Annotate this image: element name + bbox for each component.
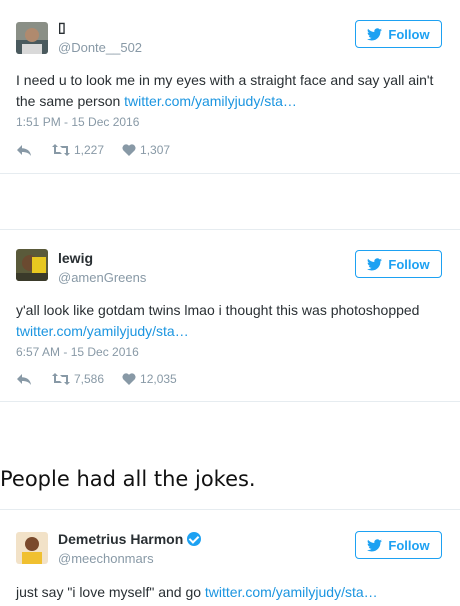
- follow-label: Follow: [388, 537, 430, 553]
- display-name-text: Demetrius Harmon: [58, 531, 184, 547]
- username-handle[interactable]: @Donte__502: [58, 40, 142, 55]
- retweet-button[interactable]: 7,586: [52, 372, 104, 386]
- follow-button[interactable]: Follow: [355, 20, 442, 48]
- follow-button[interactable]: Follow: [355, 250, 442, 278]
- verified-badge-icon: [187, 532, 202, 546]
- tweet-link[interactable]: twitter.com/yamilyjudy/sta…: [16, 323, 189, 339]
- avatar[interactable]: [16, 532, 48, 564]
- tweet-body: y'all look like gotdam twins lmao i thou…: [16, 302, 420, 318]
- twitter-bird-icon: [367, 27, 383, 40]
- twitter-bird-icon: [367, 257, 383, 270]
- tweet-timestamp[interactable]: 1:51 PM - 15 Dec 2016: [16, 115, 139, 129]
- tweet-card: Demetrius Harmon @meechonmars Follow jus…: [0, 509, 460, 606]
- retweet-icon: [52, 144, 70, 156]
- retweet-count: 7,586: [74, 372, 105, 386]
- avatar[interactable]: [16, 249, 48, 281]
- twitter-bird-icon: [367, 538, 383, 551]
- reply-button[interactable]: [16, 144, 32, 156]
- avatar[interactable]: [16, 22, 48, 54]
- retweet-icon: [52, 373, 70, 385]
- username-handle[interactable]: @amenGreens: [58, 270, 146, 285]
- username-handle[interactable]: @meechonmars: [58, 551, 154, 566]
- like-count: 1,307: [140, 143, 171, 157]
- tweet-text: just say "i love myself" and go twitter.…: [16, 582, 441, 603]
- display-name[interactable]: lewig: [58, 250, 93, 266]
- like-count: 12,035: [140, 372, 177, 386]
- like-button[interactable]: 1,307: [122, 143, 170, 157]
- follow-label: Follow: [388, 256, 430, 272]
- reply-icon: [17, 145, 31, 156]
- display-name[interactable]: ▯: [58, 19, 66, 36]
- retweet-button[interactable]: 1,227: [52, 143, 104, 157]
- heart-icon: [122, 144, 136, 156]
- tweet-card: ▯ @Donte__502 Follow I need u to look me…: [0, 0, 460, 174]
- article-heading: People had all the jokes.: [0, 467, 256, 491]
- tweet-link[interactable]: twitter.com/yamilyjudy/sta…: [205, 584, 378, 600]
- tweet-timestamp[interactable]: 6:57 AM - 15 Dec 2016: [16, 345, 139, 359]
- tweet-text: y'all look like gotdam twins lmao i thou…: [16, 300, 441, 342]
- reply-icon: [17, 374, 31, 385]
- follow-button[interactable]: Follow: [355, 531, 442, 559]
- display-name[interactable]: Demetrius Harmon: [58, 531, 202, 547]
- retweet-count: 1,227: [74, 143, 105, 157]
- tweet-link[interactable]: twitter.com/yamilyjudy/sta…: [124, 93, 297, 109]
- tweet-actions: 7,586 12,035: [16, 371, 177, 387]
- tweet-card: lewig @amenGreens Follow y'all look like…: [0, 229, 460, 402]
- reply-button[interactable]: [16, 373, 32, 385]
- tweet-actions: 1,227 1,307: [16, 142, 170, 158]
- follow-label: Follow: [388, 26, 430, 42]
- like-button[interactable]: 12,035: [122, 372, 177, 386]
- tweet-body: just say "i love myself" and go: [16, 584, 205, 600]
- heart-icon: [122, 373, 136, 385]
- tweet-text: I need u to look me in my eyes with a st…: [16, 70, 441, 112]
